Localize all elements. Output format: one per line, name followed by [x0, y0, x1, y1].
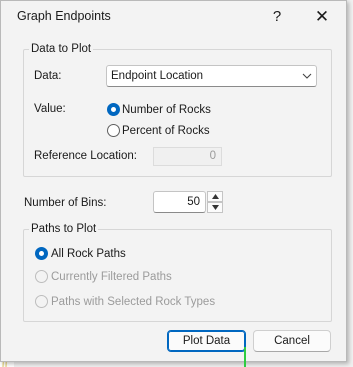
caret-down-icon — [212, 205, 219, 210]
number-of-bins-label: Number of Bins: — [24, 197, 107, 209]
reference-location-input: 0 — [153, 147, 222, 166]
help-button[interactable]: ? — [259, 4, 295, 29]
dialog-title: Graph Endpoints — [17, 9, 111, 23]
reference-location-label: Reference Location: — [34, 150, 137, 162]
caret-up-icon — [212, 194, 219, 199]
percent-of-rocks-label[interactable]: Percent of Rocks — [122, 125, 210, 137]
value-label: Value: — [34, 103, 66, 115]
data-label: Data: — [34, 70, 62, 82]
selected-rock-types-paths-radio — [35, 295, 48, 308]
title-bar: Graph Endpoints ? ✕ — [1, 1, 346, 32]
graph-endpoints-dialog: Graph Endpoints ? ✕ Data to Plot Data: E… — [0, 0, 347, 362]
bins-spin-down-button[interactable] — [207, 202, 223, 213]
all-rock-paths-label[interactable]: All Rock Paths — [51, 248, 126, 260]
bins-spin-up-button[interactable] — [207, 191, 223, 202]
all-rock-paths-radio[interactable] — [35, 247, 48, 260]
number-of-bins-input[interactable]: 50 — [153, 191, 206, 213]
selected-rock-types-paths-label: Paths with Selected Rock Types — [51, 296, 216, 308]
currently-filtered-paths-label: Currently Filtered Paths — [51, 271, 172, 283]
data-combobox-value: Endpoint Location — [111, 70, 204, 82]
cancel-button[interactable]: Cancel — [253, 330, 331, 352]
percent-of-rocks-radio[interactable] — [107, 124, 120, 137]
chevron-down-icon — [302, 73, 312, 79]
paths-to-plot-group-label: Paths to Plot — [29, 223, 99, 235]
data-to-plot-group-label: Data to Plot — [29, 43, 94, 55]
close-button[interactable]: ✕ — [304, 4, 340, 29]
background-green-line — [244, 347, 246, 367]
number-of-rocks-label[interactable]: Number of Rocks — [122, 104, 211, 116]
data-combobox[interactable]: Endpoint Location — [106, 65, 317, 87]
plot-data-button[interactable]: Plot Data — [167, 330, 246, 352]
currently-filtered-paths-radio — [35, 270, 48, 283]
number-of-rocks-radio[interactable] — [107, 103, 120, 116]
